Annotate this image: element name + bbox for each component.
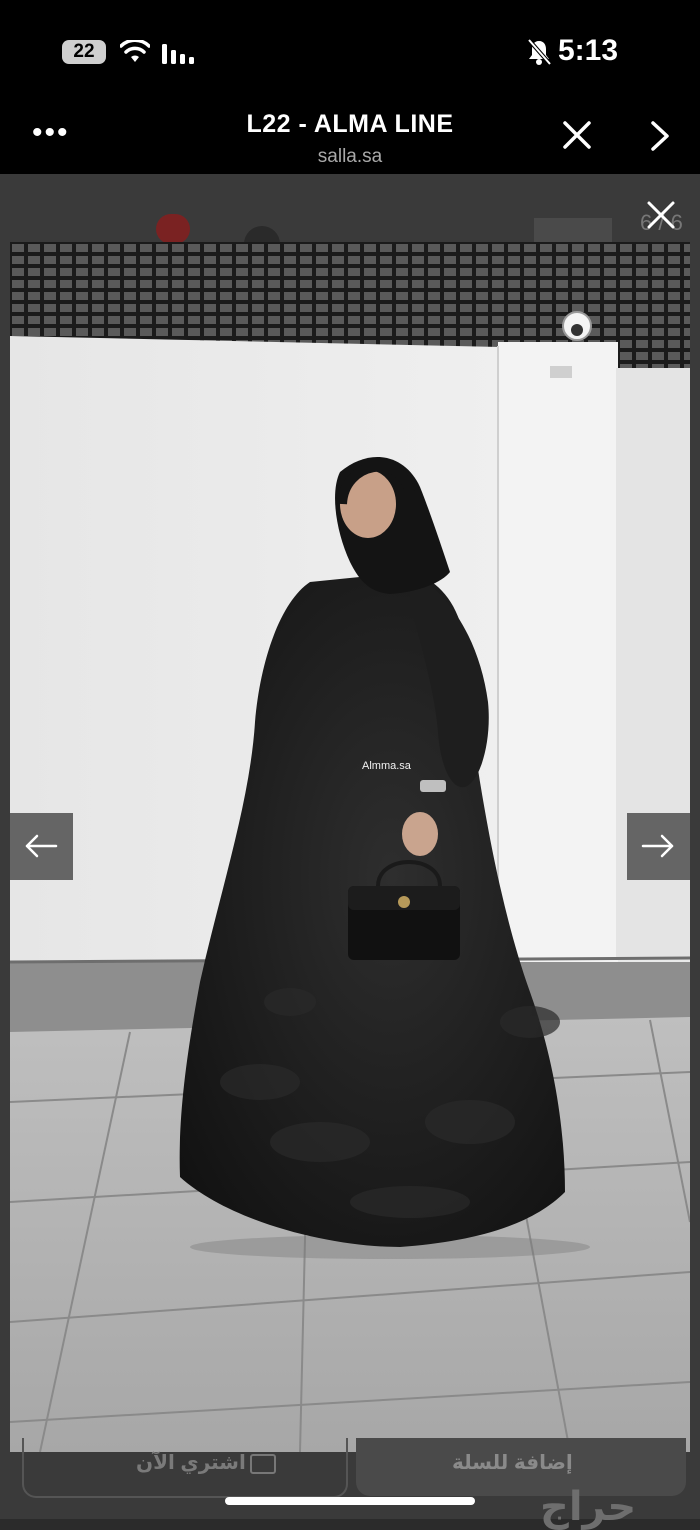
browser-header: ••• L22 - ALMA LINE salla.sa [0, 100, 700, 174]
page-domain: salla.sa [317, 146, 383, 167]
next-image-button[interactable] [627, 813, 690, 880]
wifi-icon [120, 40, 150, 62]
wallet-icon [250, 1454, 276, 1474]
clock: 5:13 [558, 34, 619, 67]
haraj-logo: حراج [540, 1485, 637, 1529]
home-indicator[interactable] [225, 1497, 475, 1505]
add-to-cart-label: إضافة للسلة [452, 1452, 573, 1474]
prev-image-button[interactable] [10, 813, 73, 880]
status-bar: 22 5:13 [0, 0, 700, 100]
header-block [534, 218, 612, 242]
close-icon[interactable] [562, 120, 592, 150]
arrow-left-icon [25, 834, 58, 858]
close-icon[interactable] [646, 200, 676, 230]
product-image[interactable]: Almma.sa [10, 242, 690, 1452]
page-title: L22 - ALMA LINE [246, 110, 454, 138]
product-photo-illustration [10, 242, 690, 1452]
buy-now-button[interactable]: اشتري الآن [22, 1438, 348, 1498]
add-to-cart-button[interactable]: إضافة للسلة [356, 1438, 686, 1496]
cellular-signal-icon [162, 44, 194, 64]
battery-icon: 22 [62, 40, 106, 64]
chevron-right-icon[interactable] [648, 120, 672, 152]
buy-now-label: اشتري الآن [136, 1452, 246, 1474]
image-watermark: Almma.sa [362, 760, 411, 772]
arrow-right-icon [641, 834, 674, 858]
notification-badge [156, 214, 190, 244]
bell-slash-icon [527, 38, 552, 66]
